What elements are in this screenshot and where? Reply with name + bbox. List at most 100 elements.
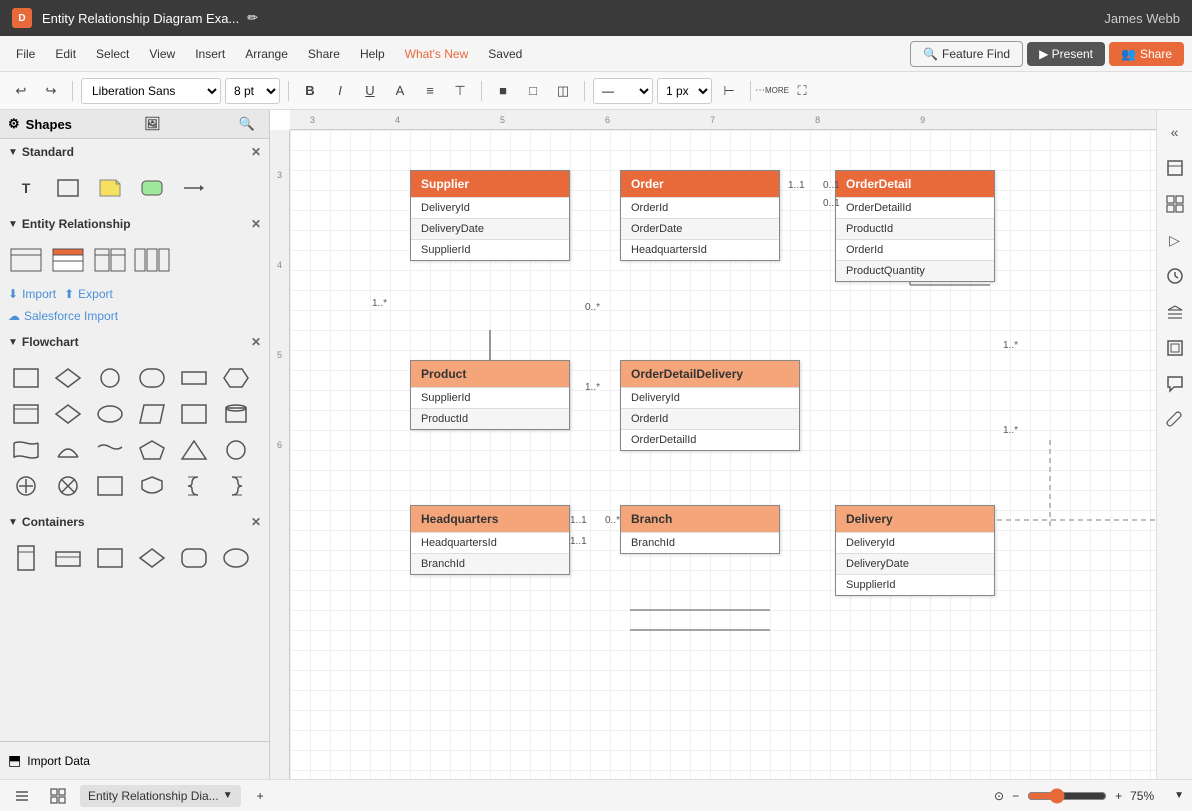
standard-close-icon[interactable]: ✕ — [251, 145, 261, 159]
fc-diamond2[interactable] — [50, 399, 86, 429]
cont-wide-rect[interactable] — [50, 543, 86, 573]
cont-tall-rect[interactable] — [8, 543, 44, 573]
edit-title-icon[interactable]: ✏ — [247, 10, 258, 26]
right-panel-play-icon[interactable]: ▷ — [1161, 226, 1189, 254]
line-style-select[interactable]: — - - — [593, 78, 653, 104]
more-button[interactable]: ⋯ MORE — [759, 78, 785, 104]
menu-view[interactable]: View — [141, 43, 183, 65]
cont-rounded[interactable] — [176, 543, 212, 573]
fc-arc[interactable] — [50, 435, 86, 465]
rounded-rect-shape[interactable] — [134, 173, 170, 203]
fc-rect2[interactable] — [176, 363, 212, 393]
statusbar-grid-icon[interactable] — [44, 782, 72, 810]
fc-hex[interactable] — [218, 363, 254, 393]
font-size-select[interactable]: 8 pt 10 pt 12 pt — [225, 78, 280, 104]
standard-section-header[interactable]: ▼ Standard ✕ — [0, 139, 269, 165]
fc-parallelogram[interactable] — [134, 399, 170, 429]
valign-button[interactable]: ⊤ — [447, 78, 473, 104]
menu-insert[interactable]: Insert — [187, 43, 233, 65]
fc-cylinder[interactable] — [218, 399, 254, 429]
connect-button[interactable]: ⊢ — [716, 78, 742, 104]
share-button[interactable]: 👥 Share — [1109, 42, 1184, 66]
underline-button[interactable]: U — [357, 78, 383, 104]
current-tab[interactable]: Entity Relationship Dia... ▼ — [80, 785, 241, 807]
containers-section-header[interactable]: ▼ Containers ✕ — [0, 509, 269, 535]
fc-brace-r[interactable] — [176, 471, 212, 501]
rect-shape[interactable] — [50, 173, 86, 203]
align-button[interactable]: ≡ — [417, 78, 443, 104]
orderdetail-entity[interactable]: OrderDetail OrderDetailId ProductId Orde… — [835, 170, 995, 282]
import-data-button[interactable]: ⬒ Import Data — [0, 741, 269, 779]
right-panel-shapes2-icon[interactable] — [1161, 190, 1189, 218]
shapes-search-icon[interactable]: 🔍 — [239, 116, 255, 132]
text-shape[interactable]: T — [8, 173, 44, 203]
fc-circle2[interactable] — [218, 435, 254, 465]
stroke-color-button[interactable]: □ — [520, 78, 546, 104]
branch-entity[interactable]: Branch BranchId — [620, 505, 780, 554]
bold-button[interactable]: B — [297, 78, 323, 104]
flowchart-close-icon[interactable]: ✕ — [251, 335, 261, 349]
menu-select[interactable]: Select — [88, 43, 137, 65]
tab-dropdown-icon[interactable]: ▼ — [223, 790, 233, 801]
menu-arrange[interactable]: Arrange — [237, 43, 296, 65]
er-table-shape-4[interactable] — [134, 245, 170, 275]
orderdetaildelivery-entity[interactable]: OrderDetailDelivery DeliveryId OrderId O… — [620, 360, 800, 451]
supplier-entity[interactable]: Supplier DeliveryId DeliveryDate Supplie… — [410, 170, 570, 261]
menu-help[interactable]: Help — [352, 43, 393, 65]
add-tab-button[interactable]: + — [249, 785, 272, 807]
canvas-area[interactable]: 3 4 5 6 7 8 9 3 4 5 6 — [270, 110, 1156, 779]
fc-x-circle[interactable] — [50, 471, 86, 501]
line-width-select[interactable]: 1 px 2 px — [657, 78, 712, 104]
shadow-button[interactable]: ◫ — [550, 78, 576, 104]
cont-diamond[interactable] — [134, 543, 170, 573]
fill-button[interactable]: ■ — [490, 78, 516, 104]
right-panel-expand-icon[interactable]: « — [1161, 118, 1189, 146]
er-table-shape-3[interactable] — [92, 245, 128, 275]
undo-button[interactable]: ↩ — [8, 78, 34, 104]
fc-diamond[interactable] — [50, 363, 86, 393]
zoom-minus-button[interactable]: − — [1012, 789, 1019, 803]
fullscreen-button[interactable]: ⛶ — [789, 78, 815, 104]
image-icon[interactable]: 🖼 — [144, 116, 161, 132]
er-table-shape-1[interactable] — [8, 245, 44, 275]
cont-ellipse[interactable] — [218, 543, 254, 573]
font-color-button[interactable]: A — [387, 78, 413, 104]
right-panel-layers-icon[interactable] — [1161, 298, 1189, 326]
delivery-entity[interactable]: Delivery DeliveryId DeliveryDate Supplie… — [835, 505, 995, 596]
fc-rect4[interactable] — [176, 399, 212, 429]
italic-button[interactable]: I — [327, 78, 353, 104]
headquarters-entity[interactable]: Headquarters HeadquartersId BranchId — [410, 505, 570, 575]
salesforce-import-button[interactable]: ☁ Salesforce Import — [0, 309, 269, 329]
arrow-shape[interactable] — [176, 173, 212, 203]
feature-find-button[interactable]: 🔍 Feature Find — [910, 41, 1023, 67]
right-panel-frame-icon[interactable] — [1161, 334, 1189, 362]
zoom-slider[interactable] — [1027, 788, 1107, 804]
menu-edit[interactable]: Edit — [47, 43, 84, 65]
flowchart-section-header[interactable]: ▼ Flowchart ✕ — [0, 329, 269, 355]
right-panel-tools-icon[interactable] — [1161, 406, 1189, 434]
redo-button[interactable]: ↪ — [38, 78, 64, 104]
er-close-icon[interactable]: ✕ — [251, 217, 261, 231]
note-shape[interactable] — [92, 173, 128, 203]
fc-wave2[interactable] — [92, 435, 128, 465]
fc-brace-l[interactable] — [218, 471, 254, 501]
fc-rect3[interactable] — [8, 399, 44, 429]
er-table-shape-2[interactable] — [50, 245, 86, 275]
export-button[interactable]: ⬆ Export — [64, 287, 113, 301]
fc-rect5[interactable] — [92, 471, 128, 501]
fc-rounded[interactable] — [134, 363, 170, 393]
menu-file[interactable]: File — [8, 43, 43, 65]
statusbar-list-icon[interactable] — [8, 782, 36, 810]
fc-pentagon[interactable] — [134, 435, 170, 465]
right-panel-comment-icon[interactable] — [1161, 370, 1189, 398]
fc-plus[interactable] — [8, 471, 44, 501]
present-button[interactable]: ▶ Present — [1027, 42, 1105, 66]
fit-icon[interactable]: ⊙ — [994, 789, 1004, 803]
containers-close-icon[interactable]: ✕ — [251, 515, 261, 529]
right-panel-clock-icon[interactable] — [1161, 262, 1189, 290]
fc-circle[interactable] — [92, 363, 128, 393]
fc-triangle[interactable] — [176, 435, 212, 465]
fc-shield[interactable] — [134, 471, 170, 501]
zoom-dropdown-icon[interactable]: ▼ — [1174, 790, 1184, 801]
zoom-plus-button[interactable]: + — [1115, 789, 1122, 803]
